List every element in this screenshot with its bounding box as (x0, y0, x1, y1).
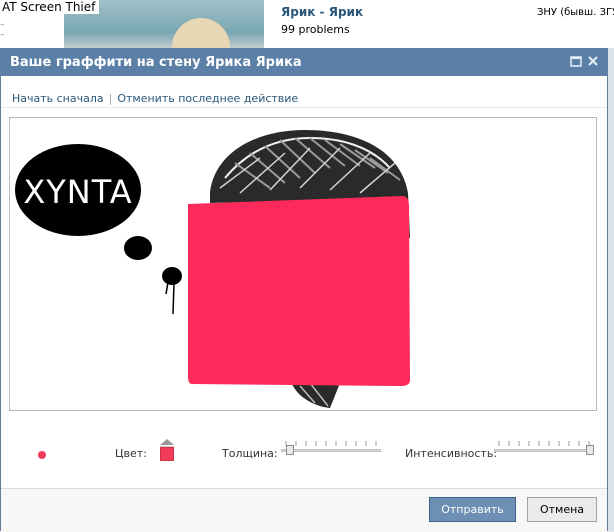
thickness-slider[interactable] (281, 441, 381, 455)
graffiti-drawing: XYNTA (15, 130, 410, 408)
close-icon[interactable] (587, 55, 599, 67)
brush-preview (38, 451, 46, 459)
speech-bubble: XYNTA (15, 144, 182, 315)
thickness-thumb[interactable] (286, 445, 294, 455)
send-button[interactable]: Отправить (429, 497, 516, 522)
restart-link[interactable]: Начать сначала (12, 92, 104, 105)
profile-name[interactable]: Ярик - Ярик (281, 5, 363, 19)
intensity-track (494, 449, 594, 452)
thickness-ticks (285, 441, 377, 446)
color-label: Цвет: (115, 447, 147, 460)
background-right-edge (608, 48, 614, 531)
graffiti-dialog: Ваше граффити на стену Ярика Ярика Начат… (0, 48, 608, 532)
intensity-label: Интенсивность: (405, 447, 498, 460)
intensity-thumb[interactable] (586, 445, 594, 455)
thickness-track (281, 449, 381, 452)
profile-status: 99 problems (281, 23, 350, 36)
dialog-footer (1, 488, 607, 532)
intensity-ticks (498, 441, 590, 446)
color-swatch[interactable] (160, 447, 174, 461)
intensity-slider[interactable] (494, 441, 594, 455)
thickness-label: Толщина: (222, 447, 278, 460)
bubble-text: XYNTA (23, 173, 132, 211)
screen-capture-label: AT Screen Thief (0, 0, 100, 14)
profile-university: ЗНУ (бывш. ЗГУ (537, 7, 614, 18)
drawing-toolbar: Начать сначала | Отменить последнее действ… (12, 92, 298, 105)
pink-brush-stroke (188, 196, 410, 386)
graffiti-canvas[interactable]: XYNTA (9, 117, 597, 411)
maximize-icon[interactable] (570, 55, 582, 67)
toolbar-divider (1, 107, 607, 108)
cancel-button[interactable]: Отмена (527, 497, 597, 522)
undo-link[interactable]: Отменить последнее действие (117, 92, 298, 105)
dialog-title: Ваше граффити на стену Ярика Ярика (10, 55, 302, 70)
toolbar-separator: | (108, 92, 113, 105)
dialog-titlebar: Ваше граффити на стену Ярика Ярика (1, 49, 607, 76)
left-edge-marks: – – (0, 20, 5, 40)
